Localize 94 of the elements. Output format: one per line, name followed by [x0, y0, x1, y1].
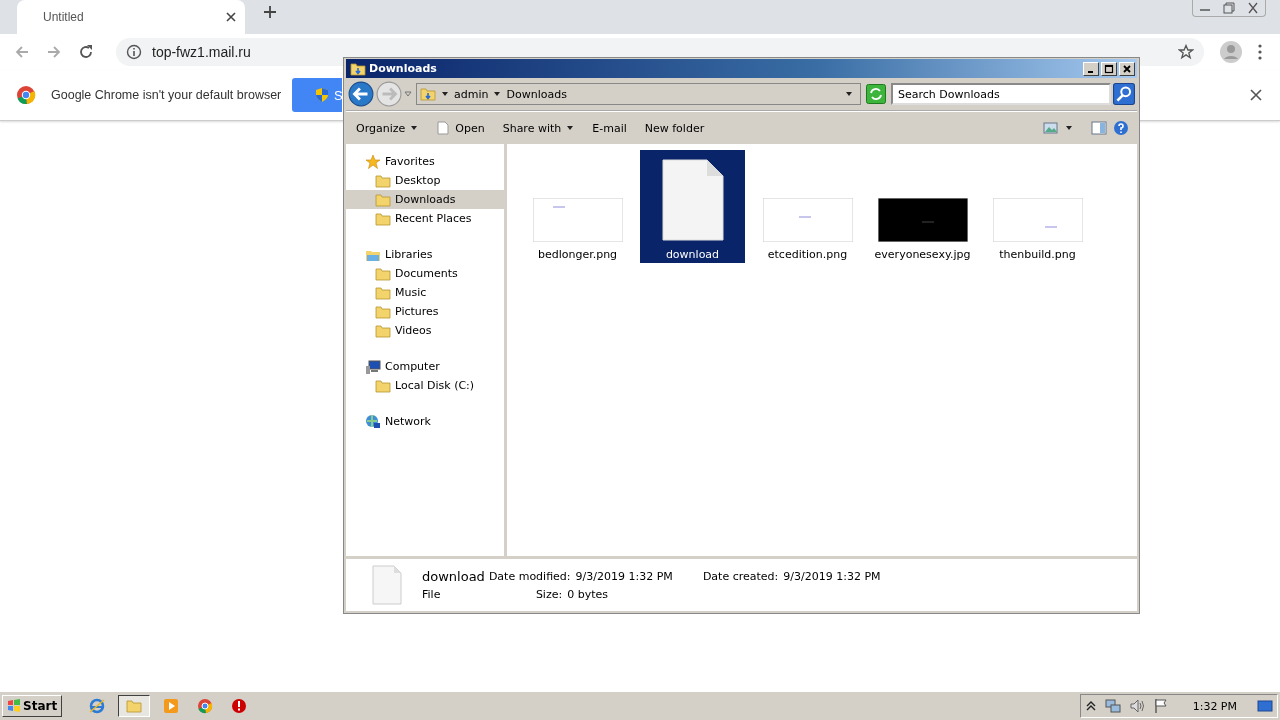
breadcrumb-item[interactable]: Downloads	[506, 87, 567, 101]
play-icon	[163, 698, 180, 714]
nav-group[interactable]: Favorites	[346, 152, 504, 171]
clock[interactable]: 1:32 PM	[1192, 699, 1237, 713]
file-icon	[372, 565, 402, 605]
nav-item[interactable]: Music	[346, 283, 504, 302]
shield-icon	[314, 87, 330, 103]
refresh-icon[interactable]	[866, 84, 886, 104]
info-icon	[126, 44, 142, 60]
file-item[interactable]: everyonesexy.jpg	[870, 150, 975, 263]
reload-icon[interactable]	[78, 44, 94, 60]
nav-item[interactable]: Documents	[346, 264, 504, 283]
file-item[interactable]: etcedition.png	[755, 150, 860, 263]
property-value: 9/3/2019 1:32 PM	[575, 569, 673, 583]
folder-icon	[420, 86, 436, 102]
folder-icon	[350, 60, 366, 77]
network-icon[interactable]	[1104, 698, 1121, 714]
globe-icon	[89, 698, 106, 714]
document-icon	[436, 121, 451, 135]
folder-icon	[126, 698, 143, 714]
nav-group[interactable]: Libraries	[346, 245, 504, 264]
document-icon	[660, 158, 725, 242]
show-desktop-icon[interactable]	[1257, 698, 1273, 714]
address-bar[interactable]: admin Downloads	[416, 83, 861, 105]
folder-icon	[375, 191, 391, 208]
nav-group[interactable]: Computer	[346, 357, 504, 376]
back-icon[interactable]	[348, 81, 374, 107]
new-tab-icon[interactable]	[263, 5, 277, 19]
start-button[interactable]: Start	[2, 695, 63, 717]
tab-title: Untitled	[43, 10, 85, 24]
search-icon[interactable]	[1113, 83, 1135, 105]
search-field[interactable]: Search Downloads	[891, 83, 1111, 105]
nav-item[interactable]: Pictures	[346, 302, 504, 321]
nav-item[interactable]: Downloads	[346, 190, 504, 209]
property-value: 0 bytes	[567, 587, 608, 601]
browser-tab[interactable]: Untitled	[17, 0, 245, 34]
breadcrumb-item[interactable]: admin	[454, 87, 489, 101]
nav-item[interactable]: Local Disk (C:)	[346, 376, 504, 395]
nav-item[interactable]: Recent Places	[346, 209, 504, 228]
file-name: download	[422, 568, 485, 584]
nav-item[interactable]: Desktop	[346, 171, 504, 190]
close-button[interactable]	[1119, 61, 1135, 76]
caret-icon[interactable]	[1065, 124, 1073, 132]
alert-icon	[231, 698, 248, 714]
computer-icon	[365, 358, 381, 375]
caret-icon[interactable]	[441, 90, 449, 98]
folder-icon	[375, 284, 391, 301]
property-label: Size:	[535, 587, 563, 601]
command-button[interactable]: Organize	[352, 119, 423, 137]
caret-icon[interactable]	[845, 90, 853, 98]
close-icon[interactable]	[1250, 89, 1262, 101]
nav-group[interactable]: Network	[346, 412, 504, 431]
taskbar-button[interactable]	[118, 695, 151, 717]
property-label: Date modified:	[488, 569, 571, 583]
chrome-logo-icon	[16, 85, 36, 105]
browser-icon	[197, 698, 214, 714]
chevron-up-icon[interactable]	[1084, 700, 1097, 712]
property-label: Date created:	[702, 569, 779, 583]
globe-icon	[365, 413, 381, 430]
start-logo-icon	[7, 699, 21, 713]
folder-icon	[375, 210, 391, 227]
folder-icon	[375, 172, 391, 189]
maximize-button[interactable]	[1101, 61, 1117, 76]
folder-icon	[375, 377, 391, 394]
command-button[interactable]: Share with	[498, 119, 579, 137]
file-item[interactable]: bedlonger.png	[525, 150, 630, 263]
close-icon[interactable]	[225, 11, 237, 23]
close-icon	[1122, 63, 1132, 74]
file-item[interactable]: download	[640, 150, 745, 263]
file-type: File	[422, 587, 442, 601]
minimize-button[interactable]	[1083, 61, 1099, 76]
star-icon[interactable]	[1178, 44, 1194, 60]
folder-icon	[375, 322, 391, 339]
flag-icon[interactable]	[1152, 698, 1169, 714]
nav-item[interactable]: Videos	[346, 321, 504, 340]
menu-icon[interactable]	[1258, 44, 1262, 60]
star-icon	[365, 153, 381, 170]
minimize-icon	[1088, 70, 1093, 73]
command-button[interactable]: New folder	[640, 119, 709, 137]
command-button[interactable]: E-mail	[588, 119, 631, 137]
maximize-icon	[1104, 63, 1114, 74]
property-value: 9/3/2019 1:32 PM	[783, 569, 881, 583]
set-default-button[interactable]: S	[292, 78, 342, 112]
volume-icon[interactable]	[1128, 698, 1145, 714]
preview-pane-icon[interactable]	[1091, 120, 1107, 136]
url-text: top-fwz1.mail.ru	[152, 44, 252, 60]
command-button[interactable]: Open	[432, 119, 489, 137]
file-item[interactable]: thenbuild.png	[985, 150, 1090, 263]
profile-avatar-icon[interactable]	[1220, 41, 1242, 63]
window-controls[interactable]	[1192, 0, 1266, 17]
folder-icon	[375, 265, 391, 282]
folder-icon	[375, 303, 391, 320]
help-icon[interactable]	[1113, 120, 1129, 136]
caret-icon[interactable]	[493, 90, 502, 98]
